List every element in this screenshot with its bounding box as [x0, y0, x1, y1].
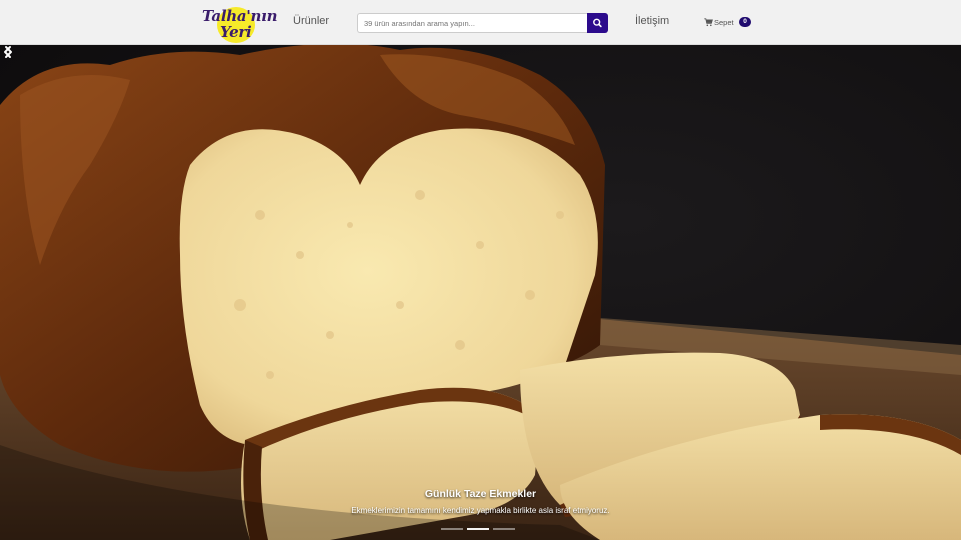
- cart-count-badge: 0: [739, 17, 751, 27]
- search-icon: [593, 18, 602, 28]
- nav-link-products[interactable]: Ürünler: [293, 15, 329, 27]
- search-button[interactable]: [587, 13, 608, 33]
- carousel-next-button[interactable]: [0, 45, 16, 59]
- carousel-indicators: [441, 528, 521, 531]
- shopping-cart-icon: [704, 18, 713, 27]
- hero-carousel: Günlük Taze Ekmekler Ekmeklerimizin tama…: [0, 45, 961, 540]
- site-logo[interactable]: Talha'nın Yeri: [200, 3, 277, 43]
- search-form: [357, 13, 608, 33]
- cart-label: Sepet: [714, 18, 734, 27]
- bread-slide-image: [0, 45, 961, 540]
- logo-text-line2: Yeri: [220, 23, 252, 41]
- carousel-indicator-3[interactable]: [493, 528, 515, 530]
- search-input[interactable]: [357, 13, 588, 33]
- carousel-indicator-2[interactable]: [467, 528, 489, 530]
- nav-link-contact[interactable]: İletişim: [635, 15, 669, 27]
- carousel-indicator-1[interactable]: [441, 528, 463, 530]
- slide-caption-title: Günlük Taze Ekmekler: [424, 488, 537, 500]
- top-navbar: Talha'nın Yeri Ürünler İletişim Sepet 0: [0, 0, 961, 45]
- slide-caption-text: Ekmeklerimizin tamamını kendimiz yapmakl…: [351, 506, 610, 515]
